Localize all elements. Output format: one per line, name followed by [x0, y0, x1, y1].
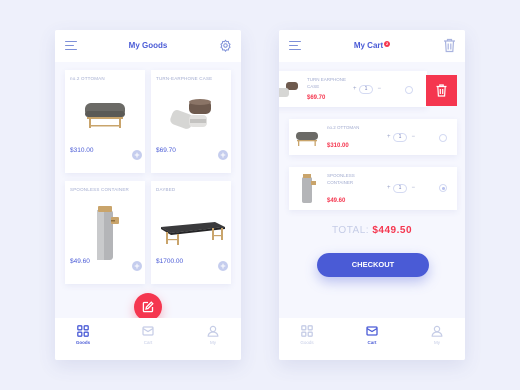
add-to-cart-button[interactable]: +: [218, 150, 228, 160]
increase-button[interactable]: −: [411, 184, 415, 193]
earphone-case-image: [279, 82, 298, 97]
cart-item[interactable]: TURN EARPHONE CASE $69.70 + 1 −: [279, 71, 427, 107]
earphone-case-image: [170, 99, 211, 129]
goods-screen: My Goods no.2 OTTOMAN $310.00 + TURN-EAR…: [55, 30, 241, 360]
ottoman-image: [85, 103, 125, 128]
edit-icon: [142, 301, 154, 313]
product-card[interactable]: TURN-EARPHONE CASE $69.70 +: [151, 70, 231, 173]
user-icon: [431, 325, 443, 337]
select-radio[interactable]: [439, 184, 447, 192]
cart-icon: [366, 326, 378, 336]
quantity-value[interactable]: 1: [359, 85, 373, 94]
add-to-cart-button[interactable]: +: [218, 261, 228, 271]
cart-total: TOTAL: $449.50: [279, 225, 465, 236]
nav-my[interactable]: My: [417, 325, 457, 345]
product-card[interactable]: SPOONLESS CONTAINER $49.60 +: [65, 181, 145, 284]
quantity-stepper[interactable]: + 1 −: [353, 85, 381, 94]
cart-count-badge: 2: [384, 41, 391, 47]
user-icon: [207, 325, 219, 337]
cart-item-name: TURN EARPHONE CASE: [307, 77, 347, 89]
product-name: DAYBED: [156, 187, 176, 192]
cart-item-price: $49.60: [327, 198, 346, 204]
cart-item-price: $310.00: [327, 143, 349, 149]
product-name: TURN-EARPHONE CASE: [156, 76, 213, 81]
checkout-button[interactable]: CHECKOUT: [317, 253, 429, 277]
cart-screen: My Cart 2 TURN EARPHONE CASE $69.70 + 1 −: [279, 30, 465, 360]
bottom-nav: Goods Cart My: [279, 318, 465, 360]
product-price: $69.70: [156, 147, 176, 154]
product-card[interactable]: DAYBED $1700.00 +: [151, 181, 231, 284]
nav-cart-label: Cart: [143, 340, 153, 345]
cart-item[interactable]: no.2 OTTOMAN $310.00 + 1 −: [289, 119, 457, 155]
product-name: SPOONLESS CONTAINER: [70, 187, 129, 192]
total-label: TOTAL:: [331, 225, 370, 236]
nav-my-label: My: [210, 340, 216, 345]
nav-my[interactable]: My: [193, 325, 233, 345]
ottoman-image: [296, 132, 318, 146]
quantity-stepper[interactable]: + 1 −: [387, 133, 415, 142]
increase-button[interactable]: −: [377, 85, 381, 94]
decrease-button[interactable]: +: [353, 85, 357, 94]
product-price: $1700.00: [156, 258, 184, 265]
product-card[interactable]: no.2 OTTOMAN $310.00 +: [65, 70, 145, 173]
nav-my-label: My: [434, 340, 440, 345]
quantity-value[interactable]: 1: [393, 184, 407, 193]
add-to-cart-button[interactable]: +: [132, 150, 142, 160]
select-radio[interactable]: [439, 134, 447, 142]
nav-goods[interactable]: Goods: [287, 325, 327, 345]
gear-icon[interactable]: [219, 39, 232, 52]
daybed-image: [161, 222, 225, 245]
nav-cart[interactable]: Cart: [352, 325, 392, 345]
nav-goods-label: Goods: [75, 340, 91, 345]
increase-button[interactable]: −: [411, 133, 415, 142]
goods-top-bar: My Goods: [55, 30, 241, 62]
product-price: $310.00: [70, 147, 94, 154]
product-price: $49.60: [70, 258, 90, 265]
grid-icon: [77, 325, 89, 337]
add-to-cart-button[interactable]: +: [132, 261, 142, 271]
decrease-button[interactable]: +: [387, 133, 391, 142]
page-title: My Cart 2: [279, 41, 465, 50]
select-radio[interactable]: [405, 86, 413, 94]
delete-button[interactable]: [426, 75, 457, 106]
container-image: [97, 206, 119, 260]
quantity-stepper[interactable]: + 1 −: [387, 184, 415, 193]
cart-title: My Cart: [353, 41, 384, 50]
cart-item-name: SPOONLESS CONTAINER: [327, 173, 355, 185]
nav-cart-label: Cart: [367, 340, 377, 345]
grid-icon: [301, 325, 313, 337]
trash-icon: [436, 84, 447, 97]
decrease-button[interactable]: +: [387, 184, 391, 193]
edit-fab-button[interactable]: [134, 293, 162, 321]
cart-item-name: no.2 OTTOMAN: [327, 125, 360, 130]
cart-item-price: $69.70: [307, 95, 326, 101]
product-name: no.2 OTTOMAN: [70, 76, 105, 81]
quantity-value[interactable]: 1: [393, 133, 407, 142]
cart-item[interactable]: SPOONLESS CONTAINER $49.60 + 1 −: [289, 167, 457, 210]
page-title: My Goods: [128, 41, 168, 50]
nav-goods[interactable]: Goods: [63, 325, 103, 345]
cart-icon: [142, 326, 154, 336]
trash-icon[interactable]: [443, 38, 456, 53]
nav-goods-label: Goods: [300, 340, 314, 345]
nav-cart[interactable]: Cart: [128, 325, 168, 345]
cart-top-bar: My Cart 2: [279, 30, 465, 62]
bottom-nav: Goods Cart My: [55, 318, 241, 360]
total-value: $449.50: [372, 225, 413, 236]
container-image: [302, 174, 316, 203]
